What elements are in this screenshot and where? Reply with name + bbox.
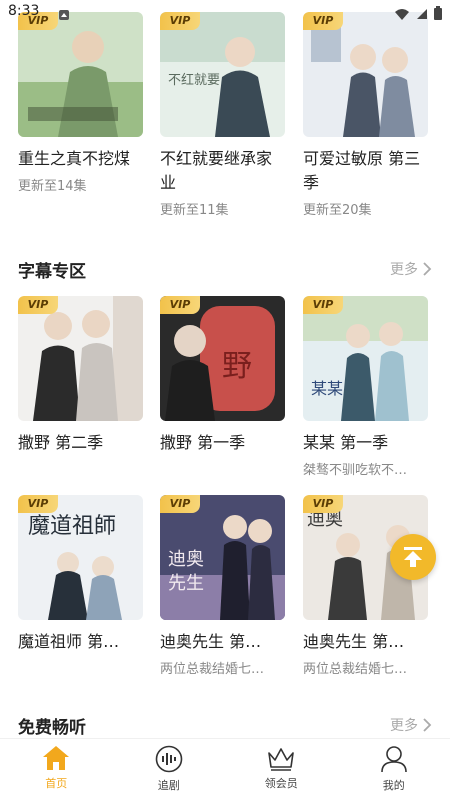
- drama-card[interactable]: 迪奥 先生 VIP 迪奥先生 第… 两位总裁结婚七…: [160, 495, 285, 677]
- svg-text:魔道祖師: 魔道祖師: [28, 514, 116, 539]
- drama-title: 不红就要继承家业: [160, 149, 273, 192]
- cover-image: VIP: [303, 12, 428, 137]
- cover-image: 不红就要 VIP: [160, 12, 285, 137]
- tab-label: 领会员: [264, 777, 298, 790]
- cover-image: 野 VIP: [160, 296, 285, 421]
- more-label: 更多: [390, 718, 418, 734]
- user-icon: [380, 746, 407, 773]
- drama-card[interactable]: 野 VIP 撒野 第一季: [160, 296, 285, 459]
- drama-title: 魔道祖师 第…: [18, 632, 120, 651]
- svg-text:野: 野: [222, 349, 252, 384]
- tab-membership[interactable]: 领会员: [225, 739, 338, 800]
- drama-title: 迪奥先生 第…: [160, 632, 262, 651]
- drama-card[interactable]: 迪奥 VIP 迪奥先生 第… 两位总裁结婚七…: [303, 495, 428, 677]
- status-time: 8:33: [8, 3, 40, 19]
- scroll-to-top-button[interactable]: [390, 534, 436, 580]
- cover-art: 某某: [303, 296, 428, 421]
- vip-badge: VIP: [18, 296, 58, 314]
- episode-count: 更新至14集: [18, 179, 87, 194]
- drama-title: 可爱过敏原 第三季: [303, 149, 421, 192]
- notification-icon: [58, 6, 70, 25]
- arrow-up-icon: [404, 547, 422, 567]
- cover-image: 某某 VIP: [303, 296, 428, 421]
- cover-art: 魔道祖師: [18, 495, 143, 620]
- cover-image: 迪奥 先生 VIP: [160, 495, 285, 620]
- cover-image: 魔道祖師 VIP: [18, 495, 143, 620]
- drama-card[interactable]: 不红就要 VIP 不红就要继承家业 更新至11集: [160, 12, 285, 218]
- cover-art: [303, 12, 428, 137]
- cover-image: VIP: [18, 12, 143, 137]
- drama-card[interactable]: VIP 重生之真不挖煤 更新至14集: [18, 12, 143, 194]
- cover-art: 迪奥 先生: [160, 495, 285, 620]
- section-header-subtitles: 字幕专区 更多: [18, 257, 432, 282]
- tab-follow[interactable]: 追剧: [113, 739, 226, 800]
- cover-art: [18, 12, 143, 137]
- signal-icon: [416, 5, 428, 24]
- chevron-right-icon: [423, 262, 432, 276]
- section-title: 字幕专区: [18, 262, 86, 282]
- episode-count: 更新至20集: [303, 203, 372, 218]
- drama-title: 某某 第一季: [303, 433, 389, 452]
- svg-text:迪奥: 迪奥: [168, 549, 204, 570]
- drama-title: 重生之真不挖煤: [18, 149, 131, 168]
- bottom-tab-bar: 首页 追剧 领会员 我的: [0, 738, 450, 800]
- tab-label: 追剧: [157, 779, 180, 792]
- more-link[interactable]: 更多: [390, 259, 432, 279]
- vip-badge: VIP: [160, 296, 200, 314]
- tab-profile[interactable]: 我的: [338, 739, 450, 800]
- cover-art: [18, 296, 143, 421]
- battery-icon: [434, 5, 442, 24]
- cover-art: 野: [160, 296, 285, 421]
- wifi-icon: [394, 5, 410, 24]
- drama-card[interactable]: 魔道祖師 VIP 魔道祖师 第…: [18, 495, 143, 658]
- tab-home[interactable]: 首页: [0, 739, 113, 800]
- vip-badge: VIP: [160, 495, 200, 513]
- drama-title: 撒野 第二季: [18, 433, 104, 452]
- drama-card[interactable]: 某某 VIP 某某 第一季 桀骜不驯吃软不…: [303, 296, 428, 478]
- drama-card[interactable]: VIP 可爱过敏原 第三季 更新至20集: [303, 12, 428, 218]
- drama-title: 迪奥先生 第…: [303, 632, 405, 651]
- drama-description: 两位总裁结婚七…: [160, 662, 265, 677]
- chevron-right-icon: [423, 718, 432, 732]
- svg-text:不红就要: 不红就要: [168, 72, 220, 88]
- more-link[interactable]: 更多: [390, 715, 432, 735]
- status-bar: 8:33: [0, 0, 450, 24]
- drama-card[interactable]: VIP 撒野 第二季: [18, 296, 143, 459]
- more-label: 更多: [390, 262, 418, 278]
- section-header-free: 免费畅听 更多: [18, 713, 432, 738]
- vip-badge: VIP: [18, 495, 58, 513]
- section-title: 免费畅听: [18, 718, 86, 738]
- drama-description: 两位总裁结婚七…: [303, 662, 408, 677]
- home-icon: [43, 746, 70, 770]
- drama-description: 桀骜不驯吃软不…: [303, 463, 408, 478]
- svg-text:先生: 先生: [168, 573, 204, 594]
- drama-title: 撒野 第一季: [160, 433, 246, 452]
- tab-label: 首页: [45, 777, 68, 790]
- cover-art: 不红就要: [160, 12, 285, 137]
- svg-text:某某: 某某: [311, 379, 343, 398]
- audio-wave-icon: [155, 745, 183, 773]
- tab-label: 我的: [382, 779, 405, 792]
- episode-count: 更新至11集: [160, 203, 229, 218]
- vip-badge: VIP: [303, 495, 343, 513]
- vip-badge: VIP: [303, 296, 343, 314]
- cover-image: VIP: [18, 296, 143, 421]
- crown-icon: [268, 748, 295, 771]
